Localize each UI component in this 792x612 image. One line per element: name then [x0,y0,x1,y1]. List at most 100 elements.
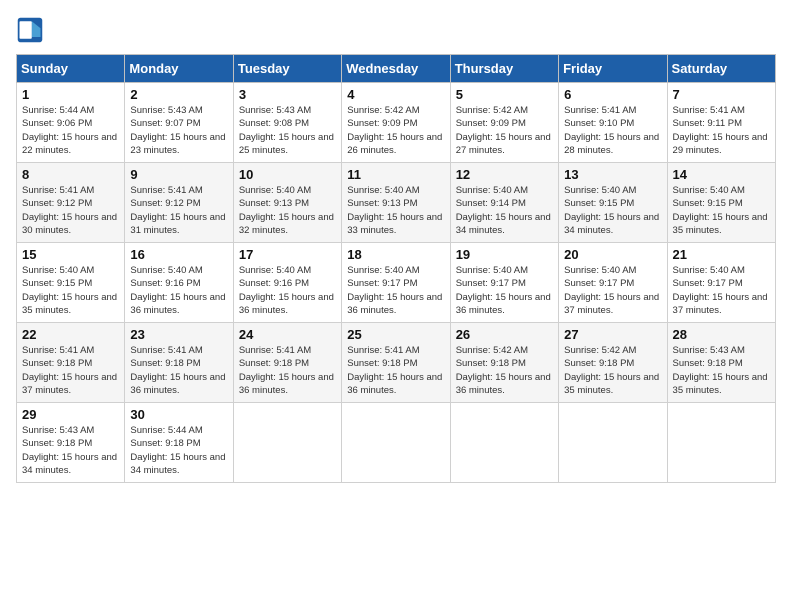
calendar-cell: 16 Sunrise: 5:40 AM Sunset: 9:16 PM Dayl… [125,243,233,323]
day-number: 22 [22,327,119,342]
calendar-cell: 15 Sunrise: 5:40 AM Sunset: 9:15 PM Dayl… [17,243,125,323]
calendar-cell: 27 Sunrise: 5:42 AM Sunset: 9:18 PM Dayl… [559,323,667,403]
day-info: Sunrise: 5:44 AM Sunset: 9:18 PM Dayligh… [130,424,227,477]
weekday-header: Sunday [17,55,125,83]
calendar-week-row: 1 Sunrise: 5:44 AM Sunset: 9:06 PM Dayli… [17,83,776,163]
calendar-week-row: 29 Sunrise: 5:43 AM Sunset: 9:18 PM Dayl… [17,403,776,483]
calendar-cell: 11 Sunrise: 5:40 AM Sunset: 9:13 PM Dayl… [342,163,450,243]
calendar-cell: 2 Sunrise: 5:43 AM Sunset: 9:07 PM Dayli… [125,83,233,163]
day-info: Sunrise: 5:41 AM Sunset: 9:18 PM Dayligh… [22,344,119,397]
calendar-cell: 28 Sunrise: 5:43 AM Sunset: 9:18 PM Dayl… [667,323,775,403]
calendar-body: 1 Sunrise: 5:44 AM Sunset: 9:06 PM Dayli… [17,83,776,483]
day-number: 14 [673,167,770,182]
calendar-header-row: SundayMondayTuesdayWednesdayThursdayFrid… [17,55,776,83]
logo-icon [16,16,44,44]
day-info: Sunrise: 5:41 AM Sunset: 9:11 PM Dayligh… [673,104,770,157]
calendar-cell: 29 Sunrise: 5:43 AM Sunset: 9:18 PM Dayl… [17,403,125,483]
calendar-cell: 6 Sunrise: 5:41 AM Sunset: 9:10 PM Dayli… [559,83,667,163]
day-info: Sunrise: 5:40 AM Sunset: 9:16 PM Dayligh… [239,264,336,317]
day-number: 10 [239,167,336,182]
day-number: 4 [347,87,444,102]
day-info: Sunrise: 5:41 AM Sunset: 9:18 PM Dayligh… [239,344,336,397]
day-info: Sunrise: 5:43 AM Sunset: 9:18 PM Dayligh… [22,424,119,477]
calendar-cell: 17 Sunrise: 5:40 AM Sunset: 9:16 PM Dayl… [233,243,341,323]
day-info: Sunrise: 5:40 AM Sunset: 9:16 PM Dayligh… [130,264,227,317]
day-info: Sunrise: 5:41 AM Sunset: 9:12 PM Dayligh… [22,184,119,237]
calendar-cell [450,403,558,483]
calendar-cell: 5 Sunrise: 5:42 AM Sunset: 9:09 PM Dayli… [450,83,558,163]
day-number: 8 [22,167,119,182]
day-info: Sunrise: 5:40 AM Sunset: 9:15 PM Dayligh… [564,184,661,237]
calendar-cell: 13 Sunrise: 5:40 AM Sunset: 9:15 PM Dayl… [559,163,667,243]
day-info: Sunrise: 5:40 AM Sunset: 9:14 PM Dayligh… [456,184,553,237]
weekday-header: Wednesday [342,55,450,83]
day-info: Sunrise: 5:42 AM Sunset: 9:09 PM Dayligh… [456,104,553,157]
weekday-header: Friday [559,55,667,83]
calendar-cell [233,403,341,483]
calendar-cell: 20 Sunrise: 5:40 AM Sunset: 9:17 PM Dayl… [559,243,667,323]
calendar-cell: 1 Sunrise: 5:44 AM Sunset: 9:06 PM Dayli… [17,83,125,163]
calendar-cell [559,403,667,483]
calendar-week-row: 8 Sunrise: 5:41 AM Sunset: 9:12 PM Dayli… [17,163,776,243]
day-number: 15 [22,247,119,262]
day-info: Sunrise: 5:40 AM Sunset: 9:15 PM Dayligh… [22,264,119,317]
calendar-cell [342,403,450,483]
day-number: 30 [130,407,227,422]
day-info: Sunrise: 5:42 AM Sunset: 9:09 PM Dayligh… [347,104,444,157]
day-info: Sunrise: 5:44 AM Sunset: 9:06 PM Dayligh… [22,104,119,157]
day-info: Sunrise: 5:40 AM Sunset: 9:13 PM Dayligh… [239,184,336,237]
calendar-cell: 21 Sunrise: 5:40 AM Sunset: 9:17 PM Dayl… [667,243,775,323]
day-number: 2 [130,87,227,102]
weekday-header: Saturday [667,55,775,83]
calendar-cell: 23 Sunrise: 5:41 AM Sunset: 9:18 PM Dayl… [125,323,233,403]
day-number: 26 [456,327,553,342]
calendar-cell [667,403,775,483]
day-number: 13 [564,167,661,182]
day-info: Sunrise: 5:40 AM Sunset: 9:17 PM Dayligh… [564,264,661,317]
day-number: 29 [22,407,119,422]
day-number: 28 [673,327,770,342]
day-number: 3 [239,87,336,102]
day-info: Sunrise: 5:43 AM Sunset: 9:18 PM Dayligh… [673,344,770,397]
day-number: 12 [456,167,553,182]
day-info: Sunrise: 5:40 AM Sunset: 9:17 PM Dayligh… [673,264,770,317]
weekday-header: Thursday [450,55,558,83]
page-header [16,16,776,44]
day-info: Sunrise: 5:43 AM Sunset: 9:07 PM Dayligh… [130,104,227,157]
day-info: Sunrise: 5:40 AM Sunset: 9:13 PM Dayligh… [347,184,444,237]
day-number: 1 [22,87,119,102]
day-number: 24 [239,327,336,342]
day-number: 16 [130,247,227,262]
calendar-cell: 26 Sunrise: 5:42 AM Sunset: 9:18 PM Dayl… [450,323,558,403]
calendar-cell: 8 Sunrise: 5:41 AM Sunset: 9:12 PM Dayli… [17,163,125,243]
weekday-header: Tuesday [233,55,341,83]
day-number: 5 [456,87,553,102]
day-number: 11 [347,167,444,182]
calendar-cell: 24 Sunrise: 5:41 AM Sunset: 9:18 PM Dayl… [233,323,341,403]
day-number: 18 [347,247,444,262]
day-number: 7 [673,87,770,102]
calendar-cell: 25 Sunrise: 5:41 AM Sunset: 9:18 PM Dayl… [342,323,450,403]
day-number: 19 [456,247,553,262]
day-info: Sunrise: 5:40 AM Sunset: 9:15 PM Dayligh… [673,184,770,237]
calendar-cell: 18 Sunrise: 5:40 AM Sunset: 9:17 PM Dayl… [342,243,450,323]
calendar-cell: 9 Sunrise: 5:41 AM Sunset: 9:12 PM Dayli… [125,163,233,243]
day-number: 21 [673,247,770,262]
day-number: 6 [564,87,661,102]
weekday-header: Monday [125,55,233,83]
day-info: Sunrise: 5:40 AM Sunset: 9:17 PM Dayligh… [456,264,553,317]
logo [16,16,48,44]
calendar-cell: 12 Sunrise: 5:40 AM Sunset: 9:14 PM Dayl… [450,163,558,243]
day-info: Sunrise: 5:41 AM Sunset: 9:18 PM Dayligh… [347,344,444,397]
calendar-cell: 10 Sunrise: 5:40 AM Sunset: 9:13 PM Dayl… [233,163,341,243]
calendar-cell: 30 Sunrise: 5:44 AM Sunset: 9:18 PM Dayl… [125,403,233,483]
day-number: 25 [347,327,444,342]
day-info: Sunrise: 5:41 AM Sunset: 9:12 PM Dayligh… [130,184,227,237]
day-info: Sunrise: 5:43 AM Sunset: 9:08 PM Dayligh… [239,104,336,157]
day-number: 23 [130,327,227,342]
calendar-week-row: 22 Sunrise: 5:41 AM Sunset: 9:18 PM Dayl… [17,323,776,403]
day-info: Sunrise: 5:41 AM Sunset: 9:18 PM Dayligh… [130,344,227,397]
day-number: 9 [130,167,227,182]
day-number: 17 [239,247,336,262]
calendar-week-row: 15 Sunrise: 5:40 AM Sunset: 9:15 PM Dayl… [17,243,776,323]
